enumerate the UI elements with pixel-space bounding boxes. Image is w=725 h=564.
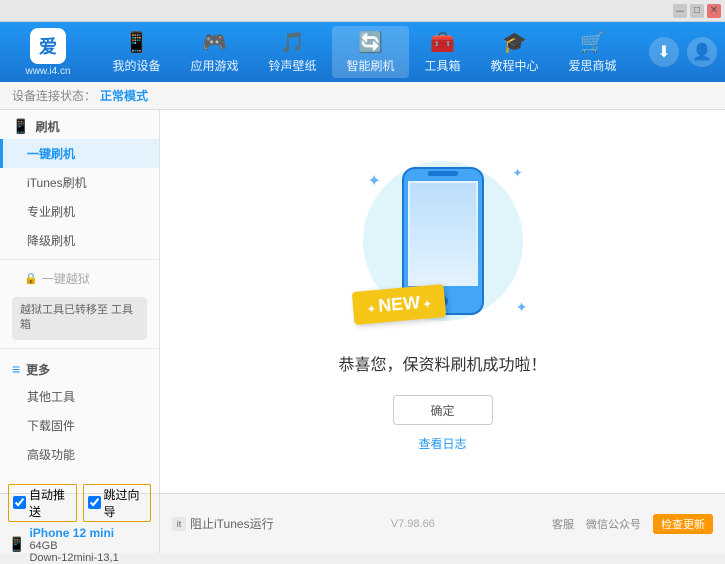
confirm-button[interactable]: 确定 bbox=[393, 395, 493, 425]
sidebar: 📱 刷机 一键刷机 iTunes刷机 专业刷机 降级刷机 🔒 一键越狱 越狱工具… bbox=[0, 110, 160, 493]
sidebar-item-pro-flash[interactable]: 专业刷机 bbox=[0, 197, 159, 226]
sidebar-item-itunes-flash[interactable]: iTunes刷机 bbox=[0, 168, 159, 197]
sidebar-item-downgrade[interactable]: 降级刷机 bbox=[0, 226, 159, 255]
title-bar: － □ ✕ bbox=[0, 0, 725, 22]
sparkle-top-left: ✦ bbox=[368, 171, 381, 191]
device-storage: 64GB bbox=[29, 540, 118, 552]
flash-section-icon: 📱 bbox=[12, 118, 29, 135]
visit-log-link[interactable]: 查看日志 bbox=[418, 435, 466, 452]
sidebar-divider-2 bbox=[0, 348, 159, 349]
main-layout: 📱 刷机 一键刷机 iTunes刷机 专业刷机 降级刷机 🔒 一键越狱 越狱工具… bbox=[0, 110, 725, 493]
nav-right: ⬇ 👤 bbox=[649, 37, 717, 67]
nav-my-device[interactable]: 📱 我的设备 bbox=[98, 26, 174, 78]
downgrade-label: 降级刷机 bbox=[27, 234, 75, 248]
sidebar-jailbreak-note: 越狱工具已转移至 工具箱 bbox=[12, 297, 147, 340]
success-title: 恭喜您，保资料刷机成功啦！ bbox=[338, 351, 546, 375]
nav-ringtone-label: 铃声壁纸 bbox=[268, 57, 316, 74]
status-value: 正常模式 bbox=[100, 87, 148, 104]
version-text: V7.98.66 bbox=[391, 518, 435, 530]
device-system: Down-12mini-13,1 bbox=[29, 552, 118, 564]
logo[interactable]: 爱 www.i4.cn bbox=[8, 28, 88, 77]
jailbreak-note-text: 越狱工具已转移至 工具箱 bbox=[20, 304, 133, 331]
status-label: 设备连接状态： bbox=[12, 87, 96, 104]
via-wizard-label: 跳过向导 bbox=[104, 486, 147, 520]
nav-items: 📱 我的设备 🎮 应用游戏 🎵 铃声壁纸 🔄 智能刷机 🧰 工具箱 🎓 教程中心… bbox=[88, 26, 641, 78]
nav-store-label: 爱思商城 bbox=[569, 57, 617, 74]
via-wizard-checkbox[interactable]: 跳过向导 bbox=[83, 484, 152, 522]
status-bar: 设备连接状态： 正常模式 bbox=[0, 82, 725, 110]
sparkle-top-right: ✦ bbox=[512, 166, 522, 180]
wechat-link[interactable]: 微信公众号 bbox=[586, 516, 641, 532]
advanced-label: 高级功能 bbox=[27, 448, 75, 462]
auto-launch-checkbox[interactable]: 自动推送 bbox=[8, 484, 77, 522]
one-click-flash-label: 一键刷机 bbox=[27, 147, 75, 161]
sidebar-section-flash: 📱 刷机 bbox=[0, 110, 159, 139]
bottom-checkboxes: 自动推送 跳过向导 bbox=[8, 484, 151, 522]
auto-launch-input[interactable] bbox=[13, 496, 26, 509]
itunes-flash-label: iTunes刷机 bbox=[27, 176, 87, 190]
smart-flash-icon: 🔄 bbox=[358, 30, 383, 55]
auto-launch-label: 自动推送 bbox=[29, 486, 72, 520]
nav-ringtone[interactable]: 🎵 铃声壁纸 bbox=[254, 26, 330, 78]
tutorials-icon: 🎓 bbox=[502, 30, 527, 55]
store-icon: 🛒 bbox=[580, 30, 605, 55]
itunes-icon: it bbox=[172, 517, 186, 531]
sidebar-item-one-click-flash[interactable]: 一键刷机 bbox=[0, 139, 159, 168]
content-area: ✦ ✦ ✦ NEW 恭喜您，保资料刷机成功啦！ 确定 bbox=[160, 110, 725, 493]
nav-tutorials[interactable]: 🎓 教程中心 bbox=[477, 26, 553, 78]
nav-toolbox-label: 工具箱 bbox=[425, 57, 461, 74]
maximize-button[interactable]: □ bbox=[690, 4, 704, 18]
itunes-status: it 阻止iTunes运行 bbox=[172, 515, 274, 532]
user-button[interactable]: 👤 bbox=[687, 37, 717, 67]
sidebar-item-download-firmware[interactable]: 下载固件 bbox=[0, 411, 159, 440]
my-device-icon: 📱 bbox=[124, 30, 149, 55]
bottom-links: 客服 微信公众号 检查更新 bbox=[552, 514, 713, 534]
device-phone-icon: 📱 bbox=[8, 536, 25, 553]
sidebar-section-flash-label: 刷机 bbox=[35, 118, 59, 135]
toolbox-icon: 🧰 bbox=[430, 30, 455, 55]
download-button[interactable]: ⬇ bbox=[649, 37, 679, 67]
minimize-button[interactable]: － bbox=[673, 4, 687, 18]
sidebar-section-more: ≡ 更多 bbox=[0, 353, 159, 382]
close-button[interactable]: ✕ bbox=[707, 4, 721, 18]
nav-tutorials-label: 教程中心 bbox=[491, 57, 539, 74]
nav-smart-flash-label: 智能刷机 bbox=[346, 57, 394, 74]
nav-apps-games[interactable]: 🎮 应用游戏 bbox=[176, 26, 252, 78]
sidebar-jailbreak-greyed: 🔒 一键越狱 bbox=[0, 264, 159, 293]
bottom-bar: 自动推送 跳过向导 📱 iPhone 12 mini 64GB Down-12m… bbox=[0, 493, 725, 553]
nav-apps-games-label: 应用游戏 bbox=[190, 57, 238, 74]
bottom-left-section: 自动推送 跳过向导 📱 iPhone 12 mini 64GB Down-12m… bbox=[0, 494, 160, 553]
jailbreak-label: 一键越狱 bbox=[42, 270, 90, 287]
more-section-label: 更多 bbox=[26, 361, 50, 378]
success-illustration: ✦ ✦ ✦ NEW bbox=[343, 151, 543, 351]
more-section-icon: ≡ bbox=[12, 361, 20, 377]
bottom-right-section: it 阻止iTunes运行 V7.98.66 客服 微信公众号 检查更新 bbox=[160, 494, 725, 553]
device-info: 📱 iPhone 12 mini 64GB Down-12mini-13,1 bbox=[8, 526, 151, 564]
logo-icon: 爱 bbox=[30, 28, 66, 64]
sparkle-bottom-right: ✦ bbox=[516, 299, 528, 316]
top-nav: 爱 www.i4.cn 📱 我的设备 🎮 应用游戏 🎵 铃声壁纸 🔄 智能刷机 … bbox=[0, 22, 725, 82]
nav-smart-flash[interactable]: 🔄 智能刷机 bbox=[332, 26, 408, 78]
nav-store[interactable]: 🛒 爱思商城 bbox=[555, 26, 631, 78]
device-name: iPhone 12 mini bbox=[29, 526, 118, 540]
itunes-status-text: 阻止iTunes运行 bbox=[190, 515, 274, 532]
nav-toolbox[interactable]: 🧰 工具箱 bbox=[411, 26, 475, 78]
lock-icon: 🔒 bbox=[24, 272, 38, 285]
customer-service-link[interactable]: 客服 bbox=[552, 516, 574, 532]
ringtone-icon: 🎵 bbox=[280, 30, 305, 55]
sidebar-item-advanced[interactable]: 高级功能 bbox=[0, 440, 159, 469]
nav-my-device-label: 我的设备 bbox=[112, 57, 160, 74]
pro-flash-label: 专业刷机 bbox=[27, 205, 75, 219]
logo-sitename: www.i4.cn bbox=[25, 66, 70, 77]
sidebar-divider-1 bbox=[0, 259, 159, 260]
via-wizard-input[interactable] bbox=[88, 496, 101, 509]
apps-games-icon: 🎮 bbox=[202, 30, 227, 55]
download-firmware-label: 下载固件 bbox=[27, 419, 75, 433]
other-tools-label: 其他工具 bbox=[27, 390, 75, 404]
sidebar-item-other-tools[interactable]: 其他工具 bbox=[0, 382, 159, 411]
check-update-button[interactable]: 检查更新 bbox=[653, 514, 713, 534]
